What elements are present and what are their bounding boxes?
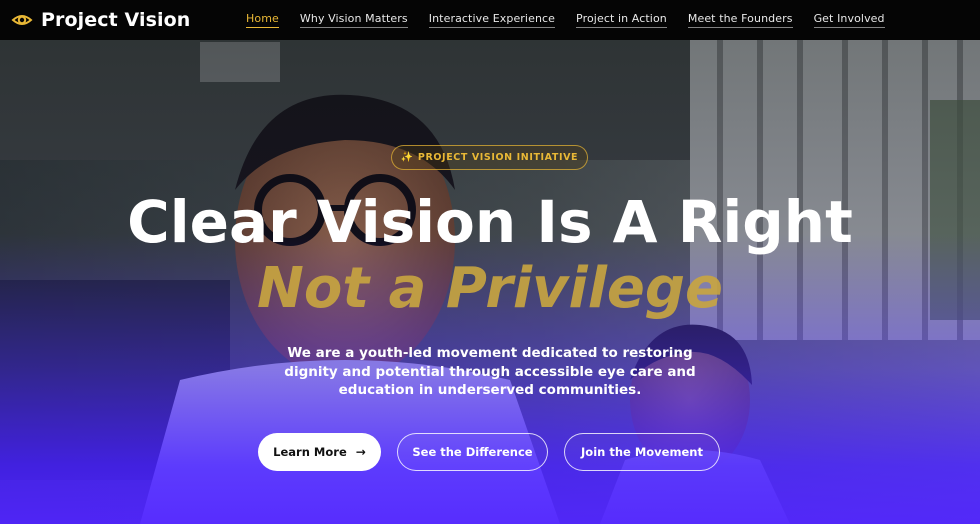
arrow-right-icon: → (355, 445, 366, 459)
brand-logo[interactable]: Project Vision (11, 5, 190, 35)
hero-description: We are a youth-led movement dedicated to… (284, 345, 696, 398)
nav-link-home[interactable]: Home (246, 12, 279, 28)
main-nav: Home Why Vision Matters Interactive Expe… (246, 0, 906, 40)
see-the-difference-button[interactable]: See the Difference (397, 433, 548, 471)
sparkle-icon: ✨ (400, 152, 414, 163)
hero-subheadline: Not a Privilege (257, 256, 723, 321)
initiative-badge: ✨ PROJECT VISION INITIATIVE (391, 145, 588, 170)
brand-name: Project Vision (41, 9, 191, 31)
nav-link-interactive-experience[interactable]: Interactive Experience (428, 12, 556, 28)
badge-label: PROJECT VISION INITIATIVE (417, 152, 579, 163)
hero-content: ✨ PROJECT VISION INITIATIVE Clear Vision… (0, 40, 980, 524)
hero-headline: Clear Vision Is A Right (127, 188, 853, 256)
site-header: Project Vision Home Why Vision Matters I… (0, 0, 980, 40)
join-the-movement-button[interactable]: Join the Movement (564, 433, 720, 471)
nav-link-get-involved[interactable]: Get Involved (813, 12, 885, 28)
nav-link-project-in-action[interactable]: Project in Action (576, 12, 667, 28)
hero-section: ✨ PROJECT VISION INITIATIVE Clear Vision… (0, 40, 980, 524)
eye-icon (11, 9, 33, 31)
learn-more-button[interactable]: Learn More → (258, 433, 381, 471)
nav-link-why-vision-matters[interactable]: Why Vision Matters (299, 12, 408, 28)
learn-more-label: Learn More (273, 445, 347, 459)
nav-link-meet-the-founders[interactable]: Meet the Founders (687, 12, 793, 28)
